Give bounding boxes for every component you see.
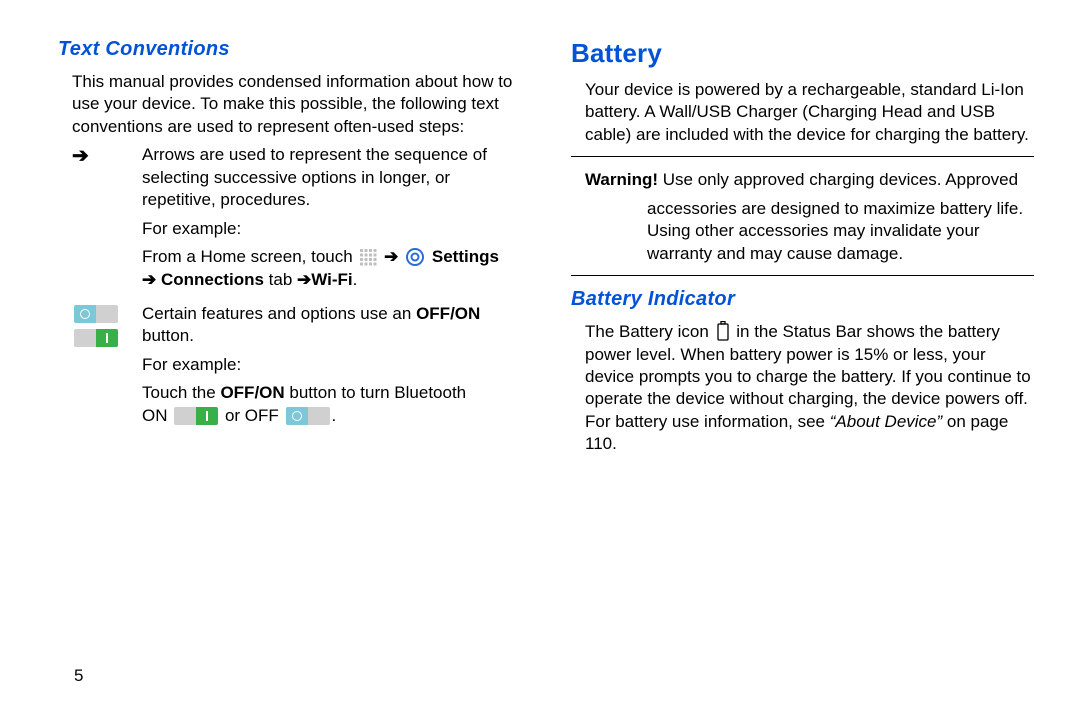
heading-text-conventions: Text Conventions xyxy=(58,38,521,61)
arrow-icon: ➔ xyxy=(72,146,89,166)
heading-battery-indicator: Battery Indicator xyxy=(571,288,1034,311)
example1-arrow2: ➔ xyxy=(142,270,161,289)
left-column: Text Conventions This manual provides co… xyxy=(58,38,521,700)
toggle-on-icon xyxy=(74,329,118,347)
offon-description: Certain features and options use an OFF/… xyxy=(142,303,521,348)
offon-desc-a: Certain features and options use an xyxy=(142,304,416,323)
arrow-convention-text: Arrows are used to represent the sequenc… xyxy=(142,144,521,297)
arrow-bullet-column: ➔ xyxy=(72,144,128,297)
battery-indicator-text: The Battery icon in the Status Bar shows… xyxy=(585,321,1034,456)
right-column: Battery Your device is powered by a rech… xyxy=(571,38,1034,700)
indicator-a: The Battery icon xyxy=(585,322,714,341)
for-example-2: For example: xyxy=(142,354,521,376)
heading-battery: Battery xyxy=(571,38,1034,69)
example1-lead: From a Home screen, touch xyxy=(142,247,357,266)
manual-page: Text Conventions This manual provides co… xyxy=(0,0,1080,720)
toggle-off-icon xyxy=(74,305,118,323)
indicator-ref: “About Device” xyxy=(830,412,942,431)
battery-icon xyxy=(716,321,730,341)
example2-lead: Touch the xyxy=(142,383,220,402)
toggle-off-inline-icon xyxy=(286,407,330,425)
divider-top xyxy=(571,156,1034,157)
toggle-convention-row: Certain features and options use an OFF/… xyxy=(72,303,521,433)
battery-intro: Your device is powered by a rechargeable… xyxy=(585,79,1034,146)
warning-label: Warning! xyxy=(585,170,663,189)
example1-wifi: Wi-Fi xyxy=(311,270,352,289)
warning-block: Warning! Use only approved charging devi… xyxy=(585,169,1034,191)
example1-settings: Settings xyxy=(432,247,499,266)
settings-gear-icon xyxy=(405,247,425,267)
example1-tab: tab xyxy=(264,270,297,289)
toggle-on-inline-icon xyxy=(174,407,218,425)
example2-period: . xyxy=(332,406,337,425)
for-example-1: For example: xyxy=(142,218,521,240)
example1-period: . xyxy=(353,270,358,289)
example2-bold: OFF/ON xyxy=(220,383,284,402)
example1-connections: Connections xyxy=(161,270,264,289)
divider-bottom xyxy=(571,275,1034,276)
warning-continuation: accessories are designed to maximize bat… xyxy=(647,198,1034,265)
offon-bold: OFF/ON xyxy=(416,304,480,323)
example1-arrow3: ➔ xyxy=(297,270,311,289)
toggle-convention-text: Certain features and options use an OFF/… xyxy=(142,303,521,433)
toggle-bullet-column xyxy=(72,303,128,433)
example2-tail: button to turn Bluetooth xyxy=(285,383,466,402)
offon-desc-b: button. xyxy=(142,326,194,345)
example1-arrow1: ➔ xyxy=(379,247,403,266)
example2-or: or OFF xyxy=(220,406,283,425)
arrow-convention-row: ➔ Arrows are used to represent the seque… xyxy=(72,144,521,297)
example2-on: ON xyxy=(142,406,172,425)
apps-grid-icon xyxy=(359,248,377,266)
arrow-example-line: From a Home screen, touch ➔ Settings ➔ C… xyxy=(142,246,521,291)
toggle-example-line: Touch the OFF/ON button to turn Bluetoot… xyxy=(142,382,521,427)
warning-first-line: Use only approved charging devices. Appr… xyxy=(663,170,1018,189)
text-conventions-intro: This manual provides condensed informati… xyxy=(72,71,521,138)
arrow-description: Arrows are used to represent the sequenc… xyxy=(142,144,521,211)
page-number: 5 xyxy=(74,666,83,686)
